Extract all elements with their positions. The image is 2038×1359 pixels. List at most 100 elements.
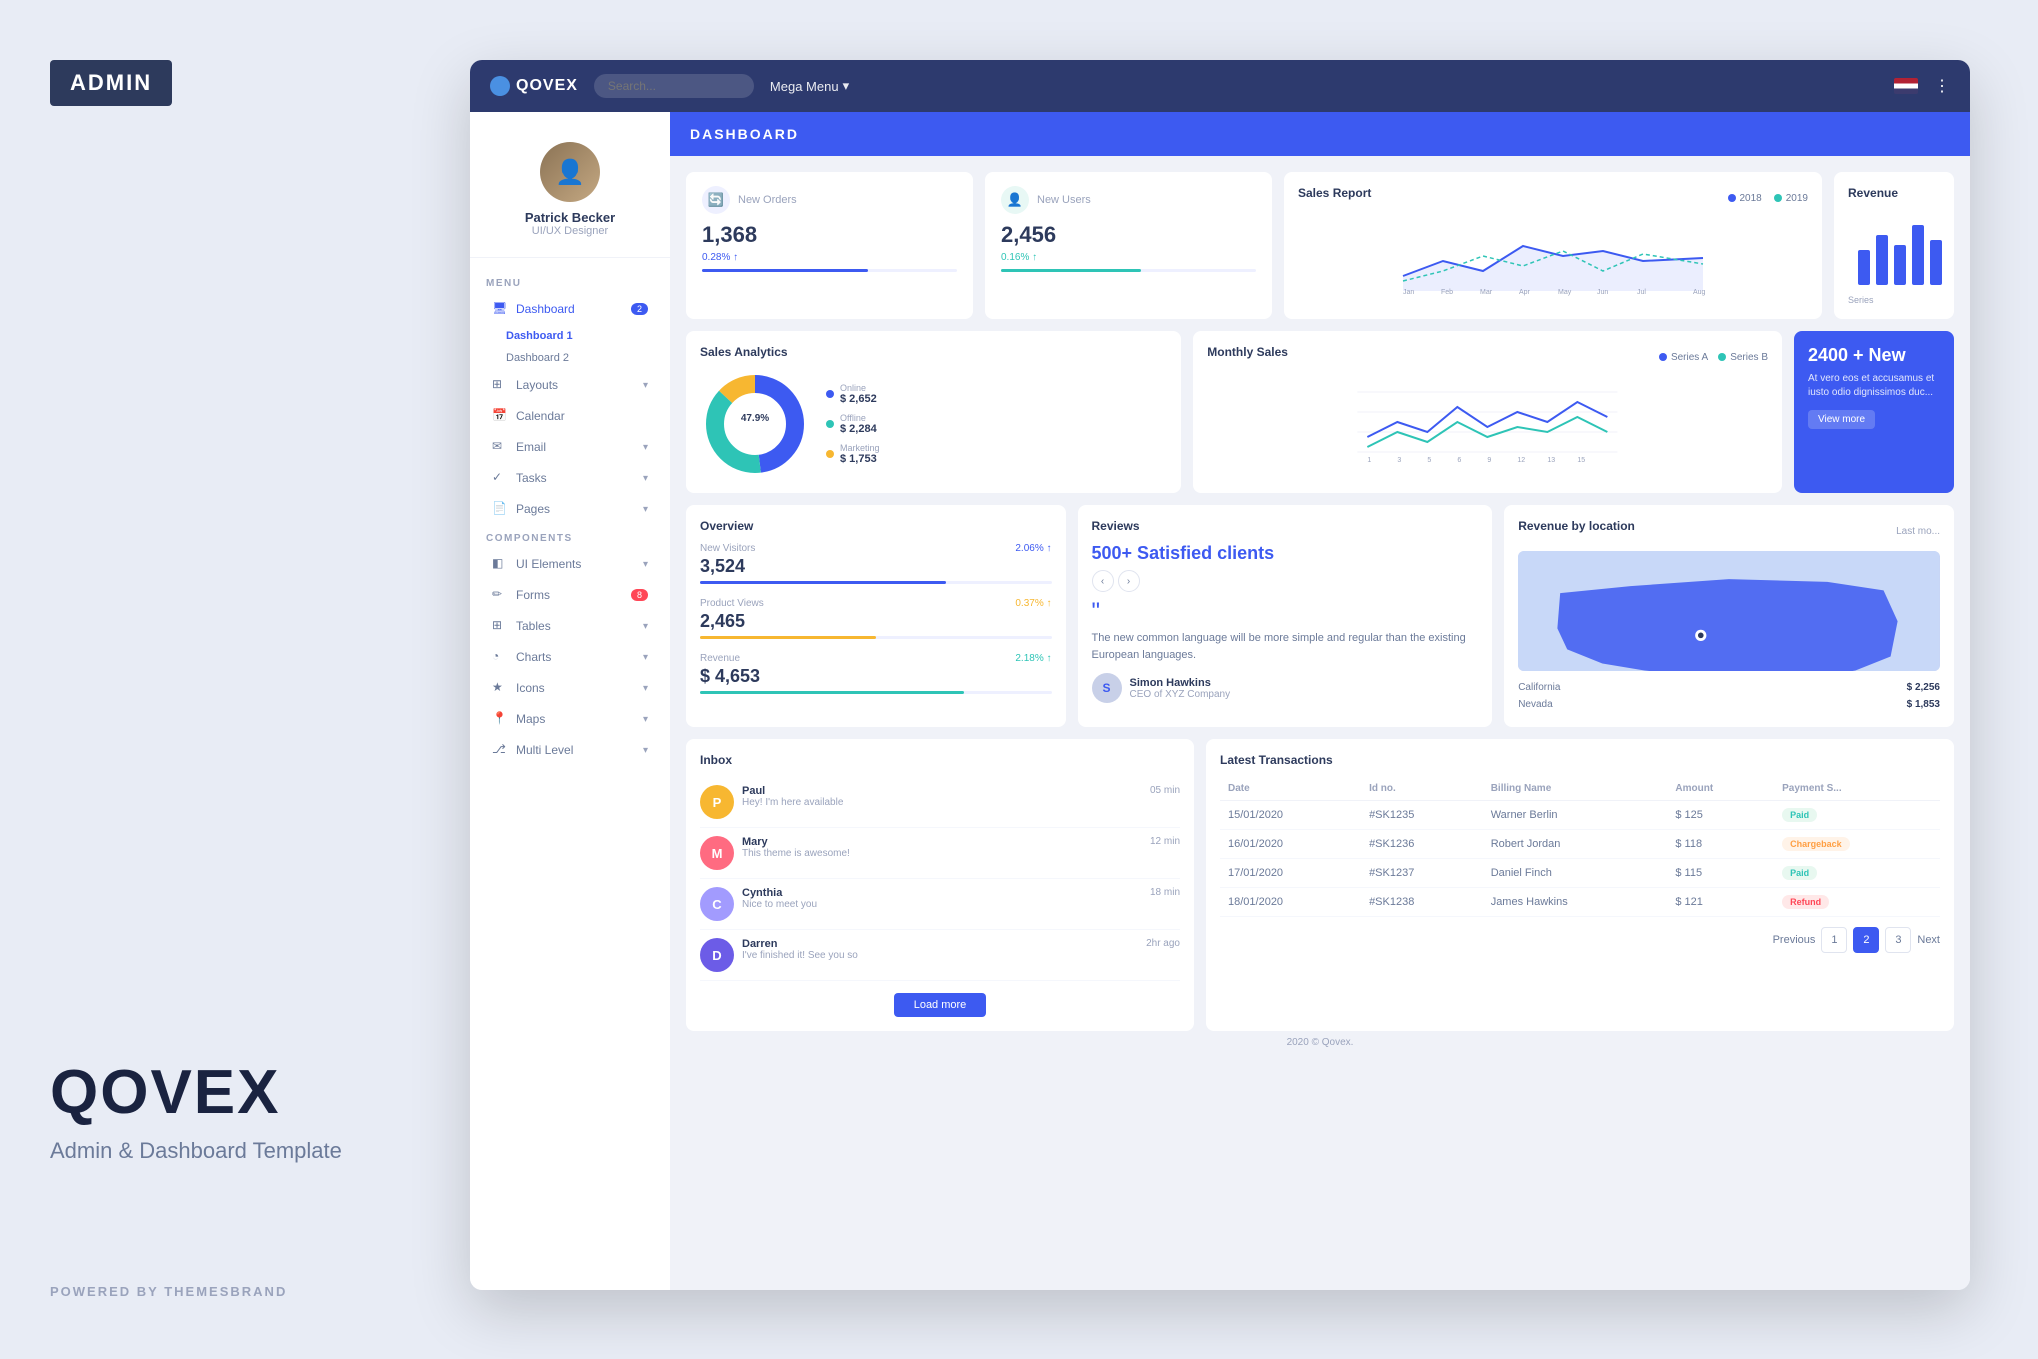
sales-report-title: Sales Report — [1298, 186, 1371, 200]
map-pin-icon: 📍 — [492, 711, 508, 727]
arrow-icon-ui: ▾ — [643, 559, 648, 570]
sidebar-item-layouts[interactable]: ⊞ Layouts ▾ — [476, 370, 664, 400]
promo-text: At vero eos et accusamus et iusto odio d… — [1808, 372, 1940, 400]
orders-icon: 🔄 — [702, 186, 730, 214]
svg-text:Jul: Jul — [1637, 289, 1646, 296]
location-california: California $ 2,256 — [1518, 679, 1940, 696]
inbox-message-cynthia: C Cynthia Nice to meet you 18 min — [700, 879, 1180, 930]
star-icon: ★ — [492, 680, 508, 696]
reviewer-info: S Simon Hawkins CEO of XYZ Company — [1092, 673, 1479, 703]
dashboard-badge: 2 — [631, 303, 648, 315]
transactions-card: Latest Transactions Date Id no. Billing … — [1206, 739, 1954, 1031]
load-more-button[interactable]: Load more — [894, 993, 987, 1017]
page-1-btn[interactable]: 1 — [1821, 927, 1847, 953]
users-change: 0.16% ↑ — [1001, 252, 1256, 263]
sidebar-item-calendar[interactable]: 📅 Calendar — [476, 401, 664, 431]
arrow-icon-icons: ▾ — [643, 683, 648, 694]
mary-avatar: M — [700, 836, 734, 870]
sidebar-item-ui-elements[interactable]: ◧ UI Elements ▾ — [476, 549, 664, 579]
review-next-button[interactable]: › — [1118, 570, 1140, 592]
sidebar-item-icons[interactable]: ★ Icons ▾ — [476, 673, 664, 703]
sidebar-item-dashboard[interactable]: 🖥 Dashboard 2 — [476, 294, 664, 324]
inbox-title: Inbox — [700, 753, 1180, 767]
page-3-btn[interactable]: 3 — [1885, 927, 1911, 953]
tasks-icon: ✓ — [492, 470, 508, 486]
sidebar-item-maps[interactable]: 📍 Maps ▾ — [476, 704, 664, 734]
pagination-prev[interactable]: Previous — [1773, 934, 1816, 946]
avatar: 👤 — [540, 142, 600, 202]
review-nav: ‹ › — [1092, 570, 1479, 592]
nav-logo: QOVEX — [490, 76, 578, 96]
promo-card: 2400 + New At vero eos et accusamus et i… — [1794, 331, 1954, 493]
arrow-icon-tables: ▾ — [643, 621, 648, 632]
svg-text:Apr: Apr — [1519, 289, 1531, 296]
sales-analytics-card: Sales Analytics 47.9% — [686, 331, 1181, 493]
nav-settings-icon[interactable]: ⋮ — [1934, 76, 1950, 96]
reviews-title: Reviews — [1092, 519, 1479, 533]
forms-badge: 8 — [631, 589, 648, 601]
sidebar-item-charts[interactable]: ◔ Charts ▾ — [476, 642, 664, 672]
sidebar-profile: 👤 Patrick Becker UI/UX Designer — [470, 132, 670, 258]
overview-visitors: New Visitors 2.06% ↑ 3,524 — [700, 543, 1052, 584]
arrow-icon-ml: ▾ — [643, 745, 648, 756]
git-branch-icon: ⎇ — [492, 742, 508, 758]
paul-avatar: P — [700, 785, 734, 819]
promo-title: 2400 + New — [1808, 345, 1940, 366]
logo-text: QOVEX — [516, 77, 578, 95]
donut-container: 47.9% Online $ 2,652 — [700, 369, 1167, 479]
status-badge: Paid — [1782, 866, 1817, 880]
page-2-btn[interactable]: 2 — [1853, 927, 1879, 953]
location-nevada: Nevada $ 1,853 — [1518, 696, 1940, 713]
sidebar-item-forms[interactable]: ✏ Forms 8 — [476, 580, 664, 610]
sidebar-item-email[interactable]: ✉ Email ▾ — [476, 432, 664, 462]
status-badge: Paid — [1782, 808, 1817, 822]
view-more-button[interactable]: View more — [1808, 410, 1875, 429]
arrow-icon-charts: ▾ — [643, 652, 648, 663]
svg-text:Aug: Aug — [1693, 289, 1706, 296]
reviews-card: Reviews 500+ Satisfied clients ‹ › " The… — [1078, 505, 1493, 727]
inbox-message-paul: P Paul Hey! I'm here available 05 min — [700, 777, 1180, 828]
svg-text:12: 12 — [1518, 457, 1526, 464]
pages-icon: 📄 — [492, 501, 508, 517]
sidebar: 👤 Patrick Becker UI/UX Designer MENU 🖥 D… — [470, 112, 670, 1290]
nav-search-input[interactable] — [594, 74, 754, 98]
col-id: Id no. — [1361, 777, 1483, 801]
sales-report-card: Sales Report 2018 2019 Jan — [1284, 172, 1822, 319]
sidebar-item-tasks[interactable]: ✓ Tasks ▾ — [476, 463, 664, 493]
sales-report-legend: 2018 2019 — [1728, 193, 1809, 204]
location-list: California $ 2,256 Nevada $ 1,853 — [1518, 679, 1940, 713]
mega-menu[interactable]: Mega Menu ▾ — [770, 78, 849, 94]
sidebar-item-multilevel[interactable]: ⎇ Multi Level ▾ — [476, 735, 664, 765]
review-prev-button[interactable]: ‹ — [1092, 570, 1114, 592]
monthly-sales-card: Monthly Sales Series A Series B — [1193, 331, 1782, 493]
revenue-series-label: Series — [1848, 295, 1940, 305]
arrow-icon-email: ▾ — [643, 442, 648, 453]
revenue-title: Revenue — [1848, 186, 1940, 200]
pagination-next[interactable]: Next — [1917, 934, 1940, 946]
svg-text:Mar: Mar — [1480, 289, 1493, 296]
brand-title: QOVEX — [50, 1057, 420, 1128]
users-icon: 👤 — [1001, 186, 1029, 214]
revenue-location-card: Revenue by location Last mo... — [1504, 505, 1954, 727]
orders-change: 0.28% ↑ — [702, 252, 957, 263]
last-month-label: Last mo... — [1896, 526, 1940, 537]
analytics-row: Sales Analytics 47.9% — [686, 331, 1954, 493]
main-layout: 👤 Patrick Becker UI/UX Designer MENU 🖥 D… — [470, 112, 1970, 1290]
components-label: COMPONENTS — [470, 525, 670, 548]
sidebar-item-dashboard1[interactable]: Dashboard 1 — [470, 325, 670, 347]
col-billing: Billing Name — [1483, 777, 1668, 801]
powered-by: POWERED BY THEMESBRAND — [50, 1284, 420, 1299]
svg-text:13: 13 — [1548, 457, 1556, 464]
sidebar-item-tables[interactable]: ⊞ Tables ▾ — [476, 611, 664, 641]
reviews-text: The new common language will be more sim… — [1092, 630, 1479, 663]
overview-title: Overview — [700, 519, 1052, 533]
transactions-title: Latest Transactions — [1220, 753, 1940, 767]
reviews-count: 500+ Satisfied clients — [1092, 543, 1479, 564]
brand-subtitle: Admin & Dashboard Template — [50, 1138, 420, 1164]
us-map — [1518, 551, 1940, 671]
reviewer-name: Simon Hawkins — [1130, 677, 1231, 689]
pie-chart-icon: ◔ — [492, 649, 508, 665]
sidebar-item-pages[interactable]: 📄 Pages ▾ — [476, 494, 664, 524]
sidebar-item-dashboard2[interactable]: Dashboard 2 — [470, 347, 670, 369]
dashboard-preview: QOVEX Mega Menu ▾ ⋮ 👤 Patrick Becker UI/… — [470, 60, 1970, 1290]
